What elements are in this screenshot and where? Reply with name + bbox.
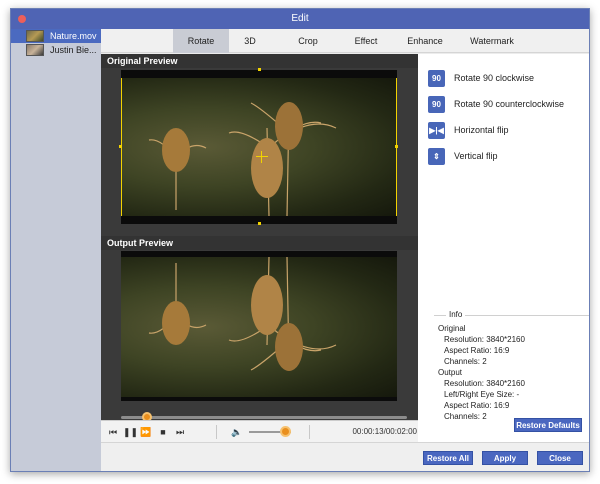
divider bbox=[309, 425, 310, 439]
window-close-icon[interactable] bbox=[18, 15, 26, 23]
volume-icon[interactable]: 🔈 bbox=[231, 426, 243, 438]
action-label: Rotate 90 counterclockwise bbox=[454, 99, 565, 109]
close-button[interactable]: Close bbox=[537, 451, 583, 465]
tab-watermark[interactable]: Watermark bbox=[459, 29, 525, 53]
preview-panel: Original Preview Output Preview bbox=[101, 54, 418, 420]
action-label: Rotate 90 clockwise bbox=[454, 73, 535, 83]
playback-controls: ⏮ ❚❚ ⏩ ■ ⏭ 🔈 00:00:13/00:02:00 bbox=[101, 420, 418, 442]
file-sidebar: Nature.mov Justin Bie... bbox=[11, 29, 101, 471]
flower-image-flipped bbox=[148, 257, 337, 371]
file-name: Justin Bie... bbox=[50, 45, 97, 55]
resize-handle[interactable] bbox=[395, 145, 398, 148]
stop-icon[interactable]: ■ bbox=[157, 426, 169, 438]
vertical-flip-button[interactable]: ⇕ Vertical flip bbox=[428, 147, 498, 165]
resize-handle[interactable] bbox=[258, 68, 261, 71]
info-output-heading: Output bbox=[438, 368, 463, 377]
volume-handle[interactable] bbox=[279, 426, 291, 437]
tab-rotate[interactable]: Rotate bbox=[173, 29, 229, 53]
original-video-image bbox=[121, 78, 397, 216]
video-thumbnail bbox=[26, 30, 44, 42]
center-crosshair bbox=[261, 151, 262, 163]
resize-handle[interactable] bbox=[258, 222, 261, 225]
file-item-nature[interactable]: Nature.mov bbox=[11, 29, 101, 43]
rotate-clockwise-button[interactable]: 90 Rotate 90 clockwise bbox=[428, 69, 534, 87]
info-output-resolution: Resolution: 3840*2160 bbox=[444, 379, 525, 388]
flip-horizontal-icon: ▶|◀ bbox=[428, 121, 445, 139]
selection-frame[interactable] bbox=[121, 78, 397, 216]
restore-defaults-button[interactable]: Restore Defaults bbox=[514, 418, 582, 432]
rotate-counterclockwise-button[interactable]: 90 Rotate 90 counterclockwise bbox=[428, 95, 564, 113]
file-item-justin[interactable]: Justin Bie... bbox=[11, 43, 101, 57]
info-output-channels: Channels: 2 bbox=[444, 412, 487, 421]
tab-effect[interactable]: Effect bbox=[341, 29, 391, 53]
edit-window: Edit Nature.mov Justin Bie... Rotate 3D … bbox=[10, 8, 590, 472]
playback-time: 00:00:13/00:02:00 bbox=[352, 427, 417, 436]
video-thumbnail bbox=[26, 44, 44, 56]
restore-all-button[interactable]: Restore All bbox=[423, 451, 473, 465]
output-video-frame bbox=[121, 251, 397, 401]
tab-enhance[interactable]: Enhance bbox=[396, 29, 454, 53]
fast-forward-icon[interactable]: ⏩ bbox=[140, 426, 152, 438]
info-output-eye-size: Left/Right Eye Size: - bbox=[444, 390, 520, 399]
resize-handle[interactable] bbox=[119, 145, 122, 148]
info-original-channels: Channels: 2 bbox=[444, 357, 487, 366]
edit-tabs: Rotate 3D Crop Effect Enhance Watermark bbox=[101, 29, 589, 53]
original-preview-label: Original Preview bbox=[101, 54, 418, 68]
info-original-aspect: Aspect Ratio: 16:9 bbox=[444, 346, 510, 355]
divider bbox=[216, 425, 217, 439]
horizontal-flip-button[interactable]: ▶|◀ Horizontal flip bbox=[428, 121, 509, 139]
title-bar: Edit bbox=[11, 9, 589, 29]
original-video-frame bbox=[119, 68, 398, 225]
action-label: Vertical flip bbox=[454, 151, 498, 161]
file-name: Nature.mov bbox=[50, 31, 97, 41]
info-title: Info bbox=[446, 310, 466, 319]
rotate-cw-icon: 90 bbox=[428, 69, 445, 87]
flip-vertical-icon: ⇕ bbox=[428, 147, 445, 165]
tab-3d[interactable]: 3D bbox=[233, 29, 267, 53]
apply-button[interactable]: Apply bbox=[482, 451, 528, 465]
info-original-resolution: Resolution: 3840*2160 bbox=[444, 335, 525, 344]
skip-to-start-icon[interactable]: ⏮ bbox=[107, 426, 119, 438]
pause-icon[interactable]: ❚❚ bbox=[123, 426, 138, 438]
skip-to-end-icon[interactable]: ⏭ bbox=[174, 426, 186, 438]
output-video-image bbox=[121, 257, 397, 397]
center-crosshair bbox=[256, 156, 268, 157]
info-original-heading: Original bbox=[438, 324, 466, 333]
tab-crop[interactable]: Crop bbox=[283, 29, 333, 53]
action-label: Horizontal flip bbox=[454, 125, 509, 135]
output-preview-label: Output Preview bbox=[101, 236, 418, 250]
rotate-ccw-icon: 90 bbox=[428, 95, 445, 113]
info-box: Info Original Resolution: 3840*2160 Aspe… bbox=[434, 310, 589, 421]
window-title: Edit bbox=[291, 13, 309, 24]
info-output-aspect: Aspect Ratio: 16:9 bbox=[444, 401, 510, 410]
seek-track[interactable] bbox=[121, 416, 407, 419]
